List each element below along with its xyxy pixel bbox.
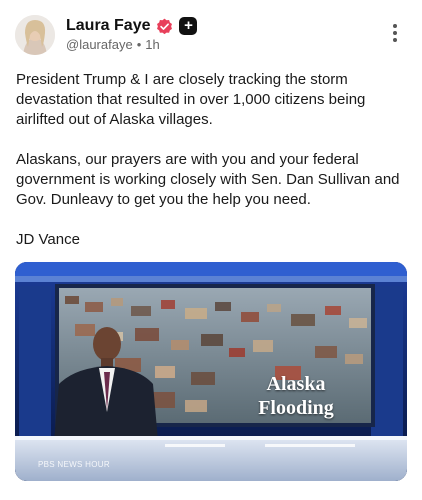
caption-line: Flooding: [258, 397, 334, 419]
broadcaster-watermark: PBS NEWS HOUR: [38, 460, 110, 469]
more-options-icon[interactable]: [386, 24, 404, 46]
media-caption: Alaska Flooding: [240, 372, 352, 420]
post-paragraph: President Trump & I are closely tracking…: [16, 71, 366, 128]
caption-line: Alaska: [266, 373, 326, 395]
author-row: Laura Faye +: [66, 15, 198, 37]
post-paragraph: Alaskans, our prayers are with you and y…: [16, 151, 400, 208]
author-meta: @laurafaye • 1h: [66, 37, 160, 52]
post-signature: JD Vance: [16, 231, 80, 248]
plus-badge-icon: +: [179, 17, 198, 35]
post-time: 1h: [145, 37, 160, 52]
avatar[interactable]: [15, 15, 55, 55]
verified-badge-icon: [156, 18, 173, 35]
author-handle[interactable]: @laurafaye: [66, 37, 133, 52]
avatar-photo: [15, 15, 55, 55]
post-text: President Trump & I are closely tracking…: [16, 70, 408, 270]
author-name[interactable]: Laura Faye: [66, 17, 150, 35]
meta-separator: •: [136, 37, 142, 52]
post-card: Laura Faye + @laurafaye • 1h President T…: [0, 0, 422, 500]
